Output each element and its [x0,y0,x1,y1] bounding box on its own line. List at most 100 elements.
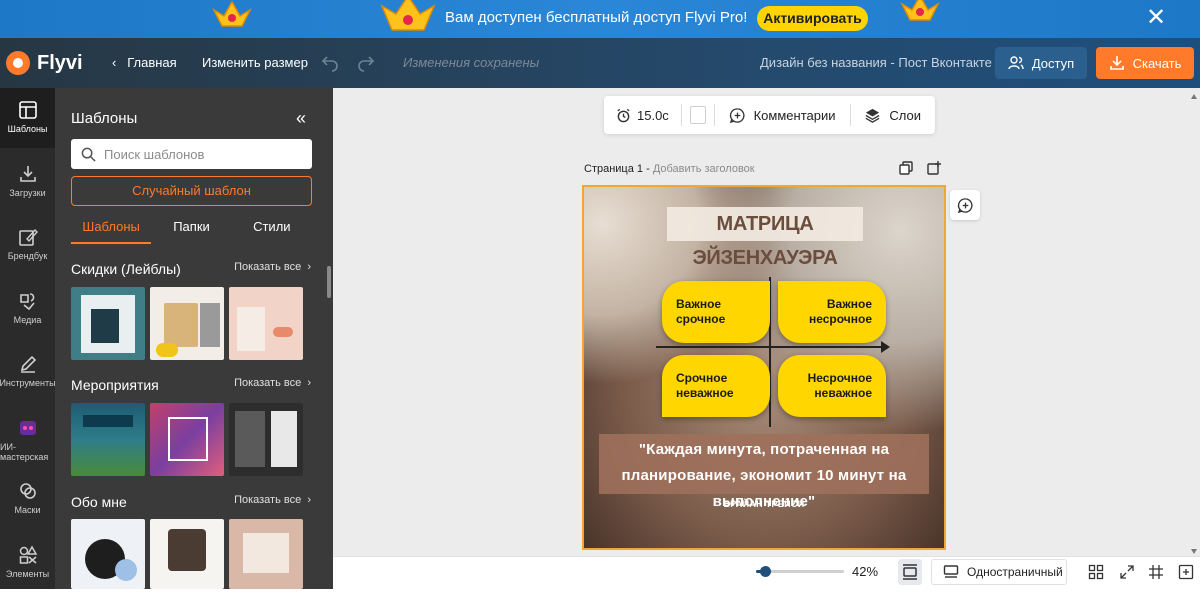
template-row [71,287,303,360]
template-row [71,519,303,589]
panel-scrollbar[interactable] [327,266,331,298]
page-mode-label: Одностраничный [967,565,1063,579]
comment-add-icon [957,197,973,213]
duration-value: 15.0с [637,107,669,123]
collapse-panel-icon[interactable]: « [296,108,306,129]
template-thumbnail[interactable] [71,403,145,476]
template-thumbnail[interactable] [229,519,303,589]
comments-button[interactable]: Комментарии [715,107,850,124]
templates-panel: Шаблоны « Случайный шаблон Шаблоны Папки… [55,88,333,589]
activate-button[interactable]: Активировать [757,6,868,31]
rail-item-masks[interactable]: Маски [0,469,55,529]
fullscreen-icon[interactable] [1119,564,1135,580]
ai-icon [19,421,36,435]
template-search[interactable] [71,139,312,169]
top-bar: Flyvi ‹ Главная Изменить размер Изменени… [0,38,1200,88]
zoom-slider-handle[interactable] [760,566,771,577]
rail-item-tools[interactable]: Инструменты [0,342,56,402]
download-icon [1109,56,1124,70]
redo-icon[interactable] [356,52,376,72]
page-mode-button[interactable]: Одностраничный [931,559,1067,585]
left-rail: Шаблоны Загрузки Брендбук Медиа Инструме… [0,88,56,589]
quote-text[interactable]: "Каждая минута, потраченная на планирова… [599,434,929,510]
section-title: Мероприятия [71,377,159,393]
crown-icon [212,0,252,27]
workspace-scrollbar[interactable] [1191,94,1197,554]
add-comment-button[interactable] [950,190,980,220]
design-title[interactable]: МАТРИЦА ЭЙЗЕНХАУЭРА [667,207,863,269]
logo[interactable]: Flyvi [6,51,83,75]
grid-view-icon[interactable] [1088,564,1104,580]
show-all-link[interactable]: Показать все › [234,377,311,393]
quadrant-important-urgent[interactable]: Важное срочное [662,281,770,343]
element-toolbar: 15.0с Комментарии Слои [604,96,935,134]
zoom-value: 42% [852,564,879,579]
duplicate-page-icon[interactable] [899,161,913,175]
show-all-link[interactable]: Показать все › [234,494,311,510]
home-link[interactable]: ‹ Главная [112,55,177,70]
rail-item-ai-workshop[interactable]: ИИ-мастерская [0,406,55,466]
quadrant-urgent-not-important[interactable]: Срочное неважное [662,355,770,417]
rail-item-elements[interactable]: Элементы [0,533,55,593]
comment-add-icon [729,107,745,123]
promo-text: Вам доступен бесплатный доступ Flyvi Pro… [445,9,748,26]
search-input[interactable] [104,146,304,162]
rail-label: ИИ-мастерская [0,442,49,462]
rail-item-uploads[interactable]: Загрузки [0,152,55,212]
show-all-link[interactable]: Показать все › [234,261,311,277]
section-header: Обо мне Показать все › [71,494,311,510]
template-thumbnail[interactable] [229,287,303,360]
rail-label: Элементы [5,569,50,579]
design-canvas[interactable]: МАТРИЦА ЭЙЗЕНХАУЭРА Важное срочное Важно… [582,185,946,550]
template-thumbnail[interactable] [150,519,224,589]
add-page-title[interactable]: Добавить заголовок [653,163,755,175]
panel-tabs: Шаблоны Папки Стили [71,216,312,244]
quadrant-not-urgent-not-important[interactable]: Несрочное неважное [778,355,886,417]
section-title: Обо мне [71,494,127,510]
background-color-swatch[interactable] [689,106,706,124]
section-header: Мероприятия Показать все › [71,377,311,393]
layers-icon [865,108,880,123]
crown-icon [380,0,436,31]
add-page-icon[interactable] [927,161,941,175]
fit-to-screen-button[interactable] [898,559,922,585]
random-template-button[interactable]: Случайный шаблон [71,176,312,206]
rail-item-brandbook[interactable]: Брендбук [0,215,55,275]
tab-styles[interactable]: Стили [232,216,312,244]
template-thumbnail[interactable] [150,403,224,476]
resize-button[interactable]: Изменить размер [202,55,308,70]
template-thumbnail[interactable] [71,287,145,360]
close-icon[interactable]: ✕ [1143,5,1169,31]
tab-folders[interactable]: Папки [151,216,231,244]
zoom-slider[interactable] [756,566,844,577]
undo-icon[interactable] [320,52,340,72]
download-button[interactable]: Скачать [1096,47,1194,79]
home-label: Главная [127,55,177,70]
quadrant-important-not-urgent[interactable]: Важное несрочное [778,281,886,343]
media-icon [19,293,35,311]
logo-icon [6,51,30,75]
tab-templates[interactable]: Шаблоны [71,216,152,244]
matrix-horizontal-axis [656,341,890,353]
template-row [71,403,303,476]
elements-icon [19,545,37,564]
panel-title: Шаблоны [71,110,138,127]
quote-author[interactable]: БРАЙАН ТРЕЙСИ [584,499,944,509]
rail-item-media[interactable]: Медиа [0,279,55,339]
help-icon[interactable] [1178,564,1194,580]
comments-label: Комментарии [753,107,836,123]
share-label: Доступ [1031,55,1075,71]
template-thumbnail[interactable] [229,403,303,476]
rail-label: Загрузки [9,188,46,198]
layers-button[interactable]: Слои [850,107,935,124]
guides-grid-icon[interactable] [1148,564,1164,580]
rail-item-templates[interactable]: Шаблоны [0,88,55,148]
document-name[interactable]: Дизайн без названия - Пост Вконтакте ... [760,55,1006,70]
logo-text: Flyvi [37,51,83,74]
duration-control[interactable]: 15.0с [604,108,681,123]
promo-banner: Вам доступен бесплатный доступ Flyvi Pro… [0,0,1200,38]
template-thumbnail[interactable] [71,519,145,589]
template-thumbnail[interactable] [150,287,224,360]
users-icon [1008,56,1024,70]
share-button[interactable]: Доступ [995,47,1087,79]
